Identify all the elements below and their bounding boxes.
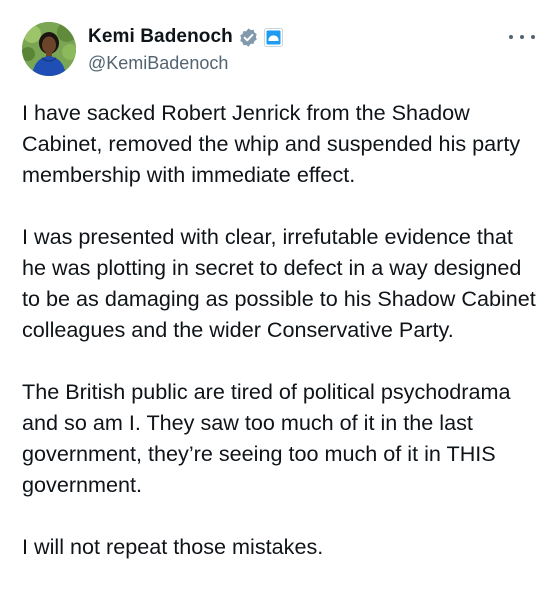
handle[interactable]: @KemiBadenoch [88, 53, 283, 74]
tweet-paragraph: I will not repeat those mistakes. [22, 534, 324, 559]
tweet-paragraph: I have sacked Robert Jenrick from the Sh… [22, 100, 521, 187]
dot-icon [509, 35, 513, 39]
tweet-header: Kemi Badenoch @KemiBadenoch [22, 22, 283, 76]
dot-icon [520, 35, 524, 39]
author-names: Kemi Badenoch @KemiBadenoch [88, 24, 283, 74]
verified-badge-icon[interactable] [238, 27, 259, 48]
name-row: Kemi Badenoch [88, 24, 283, 50]
display-name[interactable]: Kemi Badenoch [88, 26, 233, 48]
more-options-icon[interactable] [509, 30, 535, 44]
tweet-paragraph: I was presented with clear, irrefutable … [22, 224, 536, 342]
avatar[interactable] [22, 22, 76, 76]
tweet: Kemi Badenoch @KemiBadenoch I have sacke… [0, 0, 557, 600]
affiliation-badge-icon[interactable] [263, 27, 283, 47]
dot-icon [531, 35, 535, 39]
tweet-text: I have sacked Robert Jenrick from the Sh… [22, 97, 542, 562]
tweet-paragraph: The British public are tired of politica… [22, 379, 511, 497]
